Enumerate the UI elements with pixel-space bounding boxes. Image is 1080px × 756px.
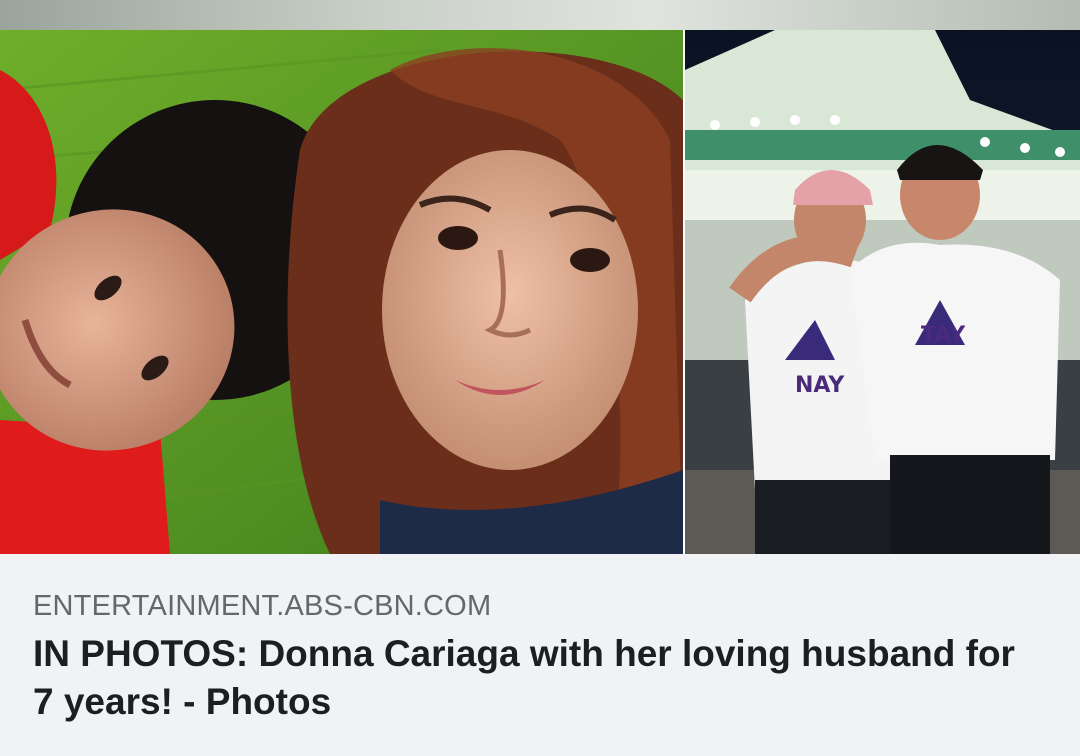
couple-selfie-photo[interactable] [0,30,683,554]
link-preview-meta[interactable]: ENTERTAINMENT.ABS-CBN.COM IN PHOTOS: Don… [0,554,1080,756]
tay-shirt-text: TAY [921,323,966,348]
couple-standing-photo[interactable]: NAY TAY [685,30,1080,554]
top-image-strip [0,0,1080,30]
preview-image-collage[interactable]: NAY TAY [0,30,1080,554]
nay-shirt-text: NAY [795,373,845,398]
source-domain[interactable]: ENTERTAINMENT.ABS-CBN.COM [33,590,491,623]
link-preview-card[interactable]: NAY TAY ENTERTAINMENT.ABS-CBN.COM IN PHO… [0,0,1080,756]
article-headline[interactable]: IN PHOTOS: Donna Cariaga with her loving… [33,630,1043,726]
